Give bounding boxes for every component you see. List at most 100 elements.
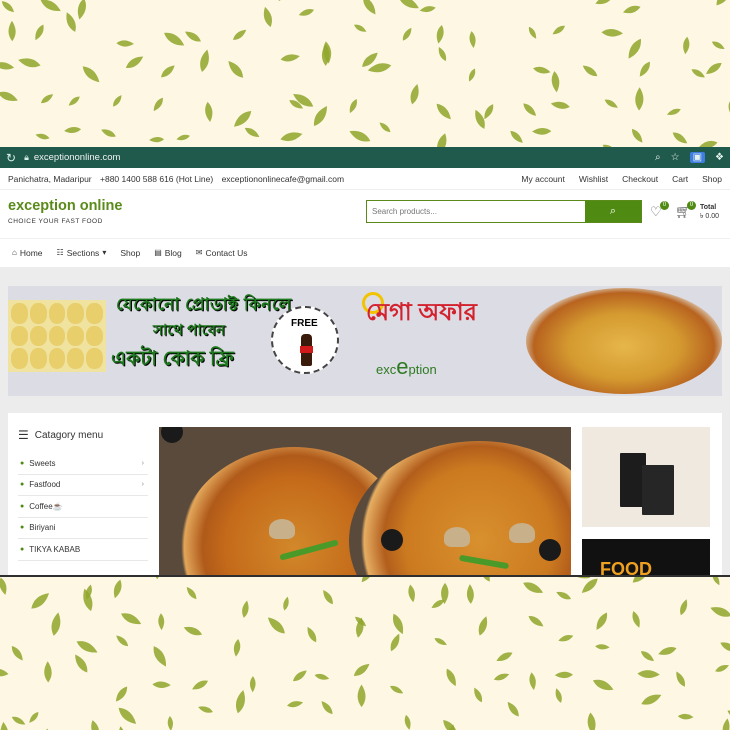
nav-contact-label: Contact Us bbox=[205, 247, 248, 258]
cart-count-badge: 0 bbox=[687, 201, 696, 210]
main-content: ☰ Catagory menu ● Sweets › ● Fastfood › … bbox=[8, 413, 722, 575]
link-wishlist[interactable]: Wishlist bbox=[579, 174, 608, 184]
product-search: ⌕ bbox=[366, 200, 642, 223]
search-button[interactable]: ⌕ bbox=[585, 201, 641, 222]
search-input[interactable] bbox=[367, 201, 585, 222]
leaf-decoration bbox=[478, 616, 488, 636]
puzzle-icon[interactable]: ❖ bbox=[715, 152, 724, 163]
extension-icon[interactable]: ▣ bbox=[689, 152, 706, 163]
leaf-decoration bbox=[228, 61, 244, 78]
leaf-decoration bbox=[66, 12, 76, 32]
category-item-fastfood[interactable]: ● Fastfood › bbox=[18, 475, 148, 496]
nav-shop[interactable]: Shop bbox=[120, 248, 140, 258]
leaf-decoration bbox=[468, 68, 476, 82]
address-bar-url[interactable]: exceptiononline.com bbox=[34, 152, 121, 163]
sections-icon: ☷ bbox=[56, 248, 64, 257]
leaf-decoration bbox=[510, 130, 523, 143]
exception-logo: exception bbox=[376, 344, 486, 386]
hero-pizza-slider[interactable] bbox=[159, 427, 571, 575]
food-promo-text: FOOD bbox=[600, 559, 652, 575]
leaf-decoration bbox=[113, 95, 122, 107]
site-title[interactable]: exception online bbox=[8, 198, 122, 214]
leaf-decoration bbox=[691, 69, 705, 78]
browser-actions: ⌕ ☆ ▣ ❖ bbox=[655, 152, 724, 163]
envelope-icon: ✉ bbox=[195, 248, 203, 257]
bullet-icon: ● bbox=[20, 502, 25, 510]
link-shop[interactable]: Shop bbox=[702, 174, 722, 184]
shopping-bags-promo[interactable] bbox=[582, 427, 710, 527]
leaf-decoration bbox=[233, 638, 241, 657]
leaf-decoration bbox=[532, 127, 552, 135]
leaf-decoration bbox=[390, 685, 404, 694]
phone-text[interactable]: +880 1400 588 616 (Hot Line) bbox=[100, 174, 213, 184]
nav-home[interactable]: ⌂ Home bbox=[12, 248, 43, 258]
chevron-right-icon: › bbox=[141, 481, 144, 489]
leaf-decoration bbox=[582, 65, 598, 77]
lock-icon[interactable]: 🔒︎ bbox=[24, 152, 29, 163]
leaf-decoration bbox=[676, 671, 686, 687]
leaf-decoration bbox=[0, 668, 9, 677]
category-menu: ☰ Catagory menu ● Sweets › ● Fastfood › … bbox=[18, 425, 148, 561]
leaf-decoration bbox=[392, 613, 404, 635]
leaf-decoration bbox=[198, 706, 213, 713]
leaf-decoration bbox=[185, 31, 201, 42]
leaf-decoration bbox=[529, 672, 536, 691]
category-item-label: Sweets bbox=[29, 458, 56, 468]
category-item-biriyani[interactable]: ● Biriyani bbox=[18, 518, 148, 539]
leaf-decoration bbox=[632, 611, 640, 628]
leaf-decoration bbox=[235, 690, 245, 714]
leaf-decoration bbox=[672, 132, 688, 144]
leaf-decoration bbox=[0, 577, 7, 595]
leaf-decoration bbox=[592, 679, 614, 691]
location-text: Panichatra, Madaripur bbox=[8, 173, 92, 184]
zoom-icon[interactable]: ⌕ bbox=[655, 152, 661, 163]
category-item-coffee[interactable]: ● Coffee☕ bbox=[18, 496, 148, 518]
leaf-decoration bbox=[323, 589, 333, 605]
leaf-decoration bbox=[551, 71, 560, 93]
link-checkout[interactable]: Checkout bbox=[622, 174, 658, 184]
leaf-decoration bbox=[44, 661, 52, 683]
free-label: FREE bbox=[291, 318, 318, 329]
leaf-pattern-top-svg bbox=[0, 0, 730, 147]
leaf-decoration bbox=[595, 0, 613, 5]
category-list: ● Sweets › ● Fastfood › ● Coffee☕ ● Biri… bbox=[18, 453, 148, 561]
leaf-decoration bbox=[715, 665, 729, 672]
mushroom-topping bbox=[269, 519, 295, 539]
promo-banner[interactable]: যেকোনো প্রোডাক্ট কিনলে সাথে পাবেন একটা ক… bbox=[8, 286, 722, 396]
leaf-decoration bbox=[640, 651, 654, 662]
nav-contact[interactable]: ✉ Contact Us bbox=[196, 248, 248, 258]
leaf-decoration bbox=[390, 633, 400, 652]
food-promo[interactable]: FOOD bbox=[582, 539, 710, 575]
category-item-tikya-kabab[interactable]: ● TIKYA KABAB bbox=[18, 539, 148, 561]
category-menu-header[interactable]: ☰ Catagory menu bbox=[18, 425, 148, 445]
nav-blog[interactable]: ▤ Blog bbox=[154, 248, 182, 258]
coke-label bbox=[300, 346, 313, 353]
bullet-icon: ● bbox=[20, 524, 25, 532]
nav-shop-label: Shop bbox=[120, 247, 141, 258]
cart-total-value: ৳ 0.00 bbox=[700, 213, 720, 220]
leaf-decoration bbox=[153, 97, 163, 112]
link-my-account[interactable]: My account bbox=[521, 174, 564, 184]
leaf-decoration bbox=[354, 24, 367, 32]
leaf-decoration bbox=[507, 701, 519, 717]
leaf-decoration bbox=[91, 720, 100, 730]
wishlist-count-badge: 0 bbox=[660, 201, 669, 210]
cart-total[interactable]: Total ৳ 0.00 bbox=[700, 203, 719, 221]
reload-icon[interactable]: ↻ bbox=[6, 151, 16, 165]
leaf-pattern-bottom-svg bbox=[0, 575, 730, 730]
site-header: exception online CHOICE YOUR FAST FOOD ⌕… bbox=[0, 190, 730, 238]
leaf-decoration bbox=[349, 99, 357, 114]
bookmark-star-icon[interactable]: ☆ bbox=[671, 152, 680, 163]
leaf-decoration bbox=[8, 20, 16, 42]
leaf-decoration bbox=[677, 713, 694, 720]
leaf-decoration bbox=[272, 0, 281, 2]
link-cart[interactable]: Cart bbox=[672, 174, 688, 184]
leaf-decoration bbox=[35, 24, 44, 41]
leaf-decoration bbox=[658, 647, 677, 655]
nav-sections[interactable]: ☷ Sections ▾ bbox=[57, 248, 107, 258]
category-item-sweets[interactable]: ● Sweets › bbox=[18, 453, 148, 475]
leaf-decoration bbox=[200, 49, 209, 73]
banner-offer-line3: একটা কোক ফ্রি bbox=[111, 348, 234, 370]
email-text[interactable]: exceptiononlinecafe@gmail.com bbox=[222, 174, 345, 184]
leaf-decoration bbox=[153, 646, 167, 667]
